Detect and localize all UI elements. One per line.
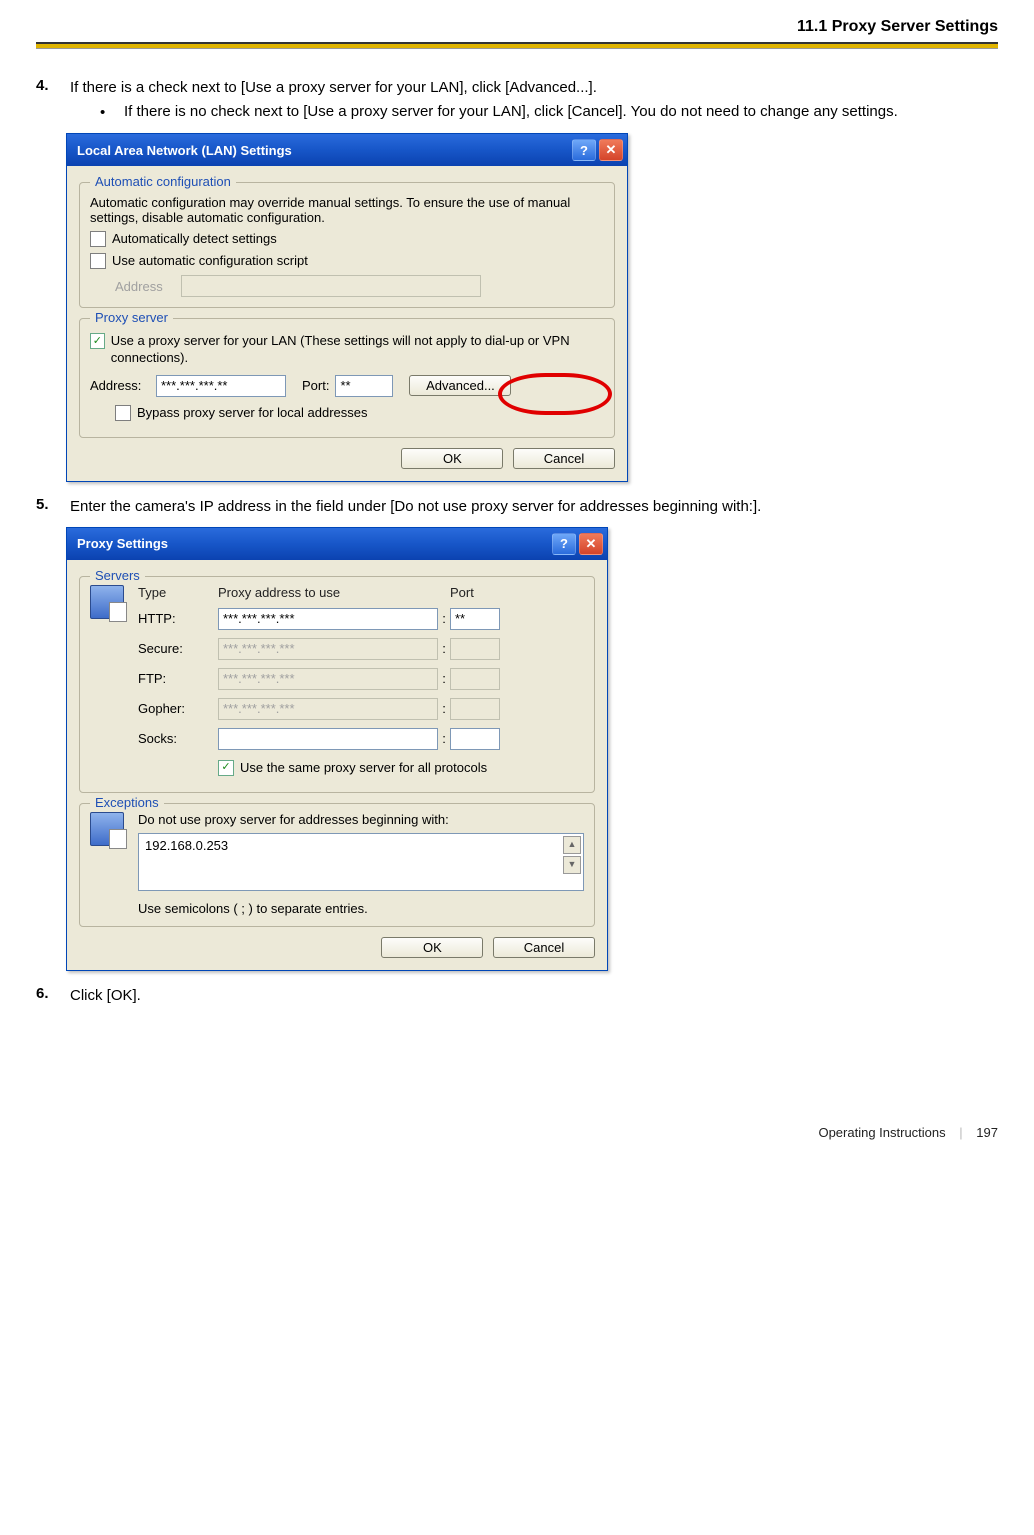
- servers-icon: [90, 585, 124, 619]
- colon: :: [438, 731, 450, 746]
- colon: :: [438, 671, 450, 686]
- groupbox-legend: Servers: [90, 568, 145, 583]
- help-icon[interactable]: ?: [572, 139, 596, 161]
- close-icon[interactable]: ✕: [579, 533, 603, 555]
- cancel-button[interactable]: Cancel: [493, 937, 595, 958]
- exceptions-textarea[interactable]: 192.168.0.253 ▲ ▼: [138, 833, 584, 891]
- http-port-input[interactable]: **: [450, 608, 500, 630]
- page-footer: Operating Instructions | 197: [818, 1125, 998, 1140]
- checkbox-label: Automatically detect settings: [112, 231, 277, 246]
- checkbox-bypass-local[interactable]: ✓: [115, 405, 131, 421]
- footer-doc: Operating Instructions: [818, 1125, 945, 1140]
- checkbox-same-proxy[interactable]: ✓: [218, 760, 234, 776]
- http-address-input[interactable]: ***.***.***.***: [218, 608, 438, 630]
- checkbox-label: Use a proxy server for your LAN (These s…: [111, 333, 604, 367]
- checkbox-label: Use the same proxy server for all protoc…: [240, 760, 487, 775]
- row-label: FTP:: [138, 671, 218, 686]
- gopher-port-input: [450, 698, 500, 720]
- bullet-dot: •: [100, 102, 124, 123]
- proxy-address-input[interactable]: ***.***.***.**: [156, 375, 286, 397]
- cancel-button[interactable]: Cancel: [513, 448, 615, 469]
- exceptions-value: 192.168.0.253: [145, 838, 228, 853]
- ok-button[interactable]: OK: [401, 448, 503, 469]
- column-header-port: Port: [450, 585, 500, 600]
- footer-page: 197: [976, 1125, 998, 1140]
- groupbox-legend: Automatic configuration: [90, 174, 236, 189]
- groupbox-legend: Proxy server: [90, 310, 173, 325]
- row-label: Secure:: [138, 641, 218, 656]
- proxy-port-label: Port:: [302, 378, 329, 393]
- lan-settings-dialog: Local Area Network (LAN) Settings ? ✕ Au…: [66, 133, 628, 482]
- step-number: 4.: [36, 77, 70, 123]
- header-rule: [36, 42, 998, 49]
- dialog-title: Proxy Settings: [77, 536, 552, 551]
- exceptions-hint: Use semicolons ( ; ) to separate entries…: [138, 901, 584, 916]
- checkbox-auto-script[interactable]: ✓: [90, 253, 106, 269]
- address-label-disabled: Address: [115, 279, 175, 294]
- exceptions-icon: [90, 812, 124, 846]
- socks-address-input[interactable]: [218, 728, 438, 750]
- gopher-address-input: ***.***.***.***: [218, 698, 438, 720]
- column-header-type: Type: [138, 585, 218, 600]
- step-text: If there is a check next to [Use a proxy…: [70, 77, 998, 98]
- proxy-port-input[interactable]: **: [335, 375, 393, 397]
- groupbox-legend: Exceptions: [90, 795, 164, 810]
- row-label: HTTP:: [138, 611, 218, 626]
- secure-port-input: [450, 638, 500, 660]
- step-text: Click [OK].: [70, 985, 998, 1006]
- socks-port-input[interactable]: [450, 728, 500, 750]
- help-icon[interactable]: ?: [552, 533, 576, 555]
- dialog-title: Local Area Network (LAN) Settings: [77, 143, 572, 158]
- checkbox-auto-detect[interactable]: ✓: [90, 231, 106, 247]
- colon: :: [438, 641, 450, 656]
- scroll-down-icon[interactable]: ▼: [563, 856, 581, 874]
- proxy-settings-dialog: Proxy Settings ? ✕ Servers Type Proxy ad…: [66, 527, 608, 971]
- proxy-address-label: Address:: [90, 378, 150, 393]
- step-text: Enter the camera's IP address in the fie…: [70, 496, 998, 517]
- scroll-up-icon[interactable]: ▲: [563, 836, 581, 854]
- checkbox-label: Bypass proxy server for local addresses: [137, 405, 367, 420]
- ftp-address-input: ***.***.***.***: [218, 668, 438, 690]
- step-subtext: If there is no check next to [Use a prox…: [124, 102, 998, 123]
- ftp-port-input: [450, 668, 500, 690]
- row-label: Socks:: [138, 731, 218, 746]
- ok-button[interactable]: OK: [381, 937, 483, 958]
- secure-address-input: ***.***.***.***: [218, 638, 438, 660]
- row-label: Gopher:: [138, 701, 218, 716]
- step-number: 5.: [36, 496, 70, 517]
- script-address-input: [181, 275, 481, 297]
- section-heading: 11.1 Proxy Server Settings: [36, 18, 998, 36]
- column-header-address: Proxy address to use: [218, 585, 438, 600]
- close-icon[interactable]: ✕: [599, 139, 623, 161]
- colon: :: [438, 701, 450, 716]
- step-number: 6.: [36, 985, 70, 1006]
- advanced-button[interactable]: Advanced...: [409, 375, 511, 396]
- exceptions-label: Do not use proxy server for addresses be…: [138, 812, 584, 827]
- checkbox-label: Use automatic configuration script: [112, 253, 308, 268]
- auto-config-desc: Automatic configuration may override man…: [90, 195, 604, 225]
- checkbox-use-proxy[interactable]: ✓: [90, 333, 105, 349]
- colon: :: [438, 611, 450, 626]
